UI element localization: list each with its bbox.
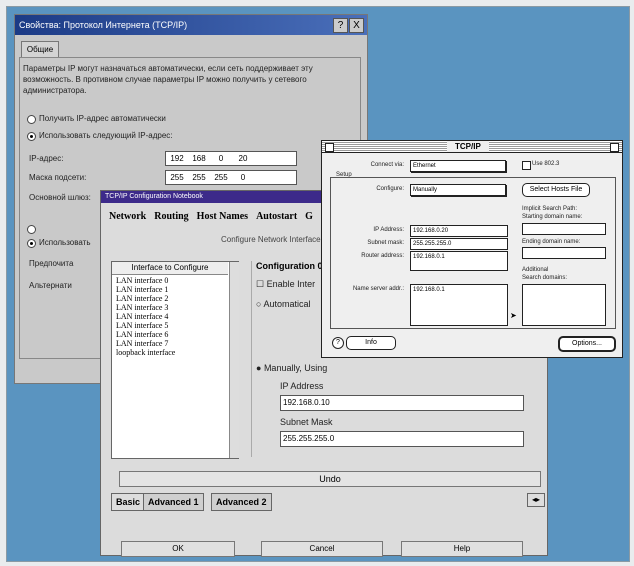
search-domains-label: Search domains: bbox=[522, 275, 568, 281]
tab-scroll-arrows[interactable]: ◂▸ bbox=[527, 493, 545, 507]
starting-domain-label: Starting domain name: bbox=[522, 214, 583, 220]
list-item[interactable]: LAN interface 4 bbox=[116, 313, 168, 321]
radio-manual-dns-label: Использовать bbox=[39, 238, 91, 247]
select-hosts-button[interactable]: Select Hosts File bbox=[522, 183, 590, 197]
mac-ip-label: IP Address: bbox=[373, 227, 404, 233]
mask-octet: 255 bbox=[192, 173, 206, 182]
mac-mask-label: Subnet mask: bbox=[367, 240, 404, 246]
mac-titlebar: TCP/IP bbox=[322, 141, 622, 153]
radio-auto-dns[interactable] bbox=[27, 225, 36, 234]
preferred-dns-label: Предпочита bbox=[29, 259, 74, 268]
radio-manual-ip-label: Использовать следующий IP-адрес: bbox=[39, 131, 173, 140]
alternate-dns-label: Альтернати bbox=[29, 281, 72, 290]
ending-domain-field[interactable] bbox=[522, 247, 606, 259]
dialog-titlebar: Свойства: Протокол Интернета (TCP/IP) bbox=[15, 15, 367, 35]
connect-via-popup[interactable]: Ethernet bbox=[410, 160, 506, 172]
additional-label: Additional bbox=[522, 267, 549, 273]
implicit-search-label: Implicit Search Path: bbox=[522, 206, 578, 212]
connect-via-label: Connect via: bbox=[370, 162, 404, 168]
ok-button[interactable]: OK bbox=[121, 541, 235, 557]
list-item[interactable]: LAN interface 2 bbox=[116, 295, 168, 303]
notebook-title: TCP/IP Configuration Notebook bbox=[105, 193, 203, 200]
enable-interface-checkbox[interactable]: ☐ Enable Inter bbox=[256, 279, 315, 290]
ip-address-label: IP-адрес: bbox=[29, 154, 64, 163]
use8023-checkbox[interactable] bbox=[522, 161, 531, 170]
ip-octet: 20 bbox=[238, 154, 248, 163]
mask-octet: 255 bbox=[214, 173, 228, 182]
name-server-label: Name server addr.: bbox=[352, 286, 404, 292]
ip-octet: 192 bbox=[170, 154, 184, 163]
use8023-label: Use 802.3 bbox=[532, 161, 560, 167]
help-button-nb[interactable]: Help bbox=[401, 541, 523, 557]
mac-zoom-box[interactable] bbox=[610, 143, 619, 152]
notebook-tabs: Network Routing Host Names Autostart G bbox=[109, 211, 321, 222]
ending-domain-label: Ending domain name: bbox=[522, 239, 581, 245]
interface-list-header: Interface to Configure bbox=[112, 262, 228, 275]
mac-title: TCP/IP bbox=[447, 141, 489, 152]
help-balloon-icon[interactable]: ? bbox=[332, 337, 344, 349]
router-label: Router address: bbox=[361, 253, 404, 259]
tab-routing[interactable]: Routing bbox=[154, 211, 188, 222]
tab-advanced-1[interactable]: Advanced 1 bbox=[143, 493, 204, 511]
mouse-pointer-icon: ➤ bbox=[510, 311, 517, 320]
manual-label: Manually, Using bbox=[263, 363, 328, 373]
subnet-mask-label: Маска подсети: bbox=[29, 173, 87, 182]
description-text: Параметры IP могут назначаться автоматич… bbox=[23, 64, 313, 95]
tab-network[interactable]: Network bbox=[109, 211, 146, 222]
tab-autostart[interactable]: Autostart bbox=[256, 211, 297, 222]
nb-mask-field[interactable]: 255.255.255.0 bbox=[280, 431, 524, 447]
list-item[interactable]: LAN interface 5 bbox=[116, 322, 168, 330]
manual-radio[interactable]: ● Manually, Using bbox=[256, 363, 327, 373]
configure-popup[interactable]: Manually bbox=[410, 184, 506, 196]
close-button[interactable]: X bbox=[349, 18, 364, 33]
list-item[interactable]: LAN interface 6 bbox=[116, 331, 168, 339]
radio-manual-ip[interactable] bbox=[27, 132, 36, 141]
automatic-label: Automatical bbox=[263, 299, 311, 309]
gateway-label: Основной шлюз: bbox=[29, 193, 91, 202]
radio-auto-ip[interactable] bbox=[27, 115, 36, 124]
list-item[interactable]: LAN interface 7 bbox=[116, 340, 168, 348]
interface-list[interactable]: Interface to Configure LAN interface 0 L… bbox=[111, 261, 239, 459]
list-scrollbar[interactable] bbox=[229, 262, 239, 458]
mac-ip-field[interactable]: 192.168.0.20 bbox=[410, 225, 508, 237]
tab-basic[interactable]: Basic bbox=[111, 493, 146, 511]
list-item[interactable]: LAN interface 3 bbox=[116, 304, 168, 312]
list-item[interactable]: LAN interface 1 bbox=[116, 286, 168, 294]
name-server-field[interactable]: 192.168.0.1 bbox=[410, 284, 508, 326]
list-item[interactable]: loopback interface bbox=[116, 349, 175, 357]
subnet-mask-field[interactable]: 255 255 255 0 bbox=[165, 170, 297, 185]
nb-ip-label: IP Address bbox=[280, 381, 324, 391]
tab-general[interactable]: Общие bbox=[21, 41, 59, 58]
ip-octet: 0 bbox=[218, 154, 224, 163]
tab-g[interactable]: G bbox=[305, 211, 313, 222]
router-field[interactable]: 192.168.0.1 bbox=[410, 251, 508, 271]
tab-host-names[interactable]: Host Names bbox=[197, 211, 248, 222]
radio-manual-dns[interactable] bbox=[27, 239, 36, 248]
enable-interface-label: Enable Inter bbox=[266, 279, 316, 289]
mac-close-box[interactable] bbox=[325, 143, 334, 152]
help-button[interactable]: ? bbox=[333, 18, 348, 33]
info-button[interactable]: Info bbox=[346, 336, 396, 350]
configuration-title: Configuration 0 bbox=[256, 261, 323, 271]
cancel-button[interactable]: Cancel bbox=[261, 541, 383, 557]
mac-tcpip-window: TCP/IP Connect via: Ethernet Use 802.3 S… bbox=[321, 140, 623, 358]
tab-advanced-2[interactable]: Advanced 2 bbox=[211, 493, 272, 511]
automatic-radio[interactable]: ○ Automatical bbox=[256, 299, 310, 309]
dialog-title: Свойства: Протокол Интернета (TCP/IP) bbox=[19, 20, 188, 30]
nb-ip-field[interactable]: 192.168.0.10 bbox=[280, 395, 524, 411]
search-domains-field[interactable] bbox=[522, 284, 606, 326]
nb-mask-label: Subnet Mask bbox=[280, 417, 333, 427]
undo-button[interactable]: Undo bbox=[119, 471, 541, 487]
options-button[interactable]: Options... bbox=[558, 336, 616, 352]
ip-address-field[interactable]: 192 168 0 20 bbox=[165, 151, 297, 166]
configure-label: Configure: bbox=[376, 186, 404, 192]
mac-mask-field[interactable]: 255.255.255.0 bbox=[410, 238, 508, 250]
list-item[interactable]: LAN interface 0 bbox=[116, 277, 168, 285]
mask-octet: 255 bbox=[170, 173, 184, 182]
radio-auto-ip-label: Получить IP-адрес автоматически bbox=[39, 114, 166, 123]
starting-domain-field[interactable] bbox=[522, 223, 606, 235]
ip-octet: 168 bbox=[192, 154, 206, 163]
mask-octet: 0 bbox=[240, 173, 246, 182]
